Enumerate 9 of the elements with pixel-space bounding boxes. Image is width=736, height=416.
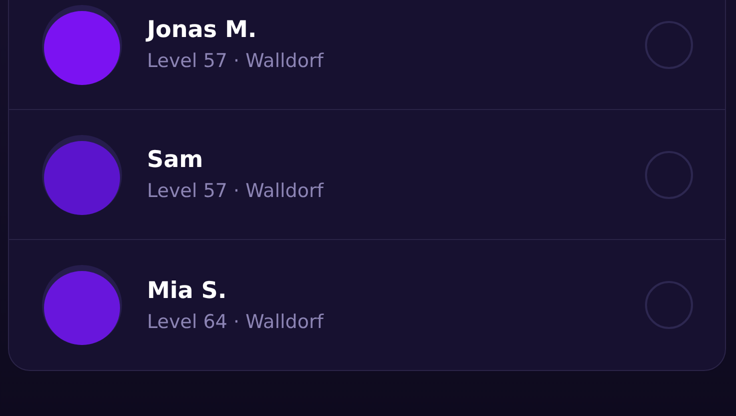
player-name: Jonas M. bbox=[147, 16, 258, 45]
radio-button[interactable] bbox=[645, 20, 693, 68]
player-detail: Level 64 · Walldorf bbox=[147, 310, 325, 334]
player-detail: Level 57 · Walldorf bbox=[147, 179, 325, 204]
player-name: Sam bbox=[147, 146, 204, 175]
player-detail: Level 57 · Walldorf bbox=[147, 49, 325, 74]
player-name: Mia S. bbox=[147, 276, 228, 306]
radio-button[interactable] bbox=[645, 281, 693, 329]
radio-button[interactable] bbox=[645, 150, 693, 198]
